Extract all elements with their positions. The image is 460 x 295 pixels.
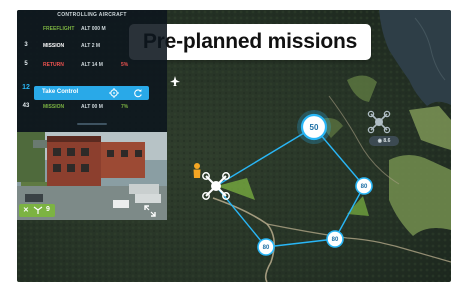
- remote-drone-altitude-badge: ◉ 8.6: [369, 136, 399, 146]
- target-icon[interactable]: [109, 88, 119, 98]
- aircraft-number: 5: [24, 61, 28, 67]
- aircraft-row[interactable]: FREEFLIGHT ALT 000 M: [17, 23, 167, 34]
- aircraft-status: FREEFLIGHT: [43, 26, 75, 32]
- waypoint-label: 80: [361, 184, 368, 190]
- expand-icon[interactable]: [144, 205, 156, 217]
- waypoint-marker[interactable]: 80: [257, 238, 275, 256]
- aircraft-status: RETURN: [43, 62, 64, 68]
- aircraft-number: 3: [24, 42, 28, 48]
- panel-header: CONTROLLING AIRCRAFT: [57, 12, 127, 18]
- aircraft-row[interactable]: 43 MISSION ALT 00 M 7%: [17, 101, 167, 112]
- camera-status-badge[interactable]: ✕ 9: [19, 204, 55, 217]
- aircraft-battery: 7%: [121, 104, 129, 110]
- close-icon[interactable]: ✕: [23, 206, 29, 214]
- waypoint-marker-large[interactable]: 50: [297, 110, 331, 144]
- aircraft-altitude: ALT 000 M: [81, 26, 106, 32]
- aircraft-altitude: ALT 14 M: [81, 62, 103, 68]
- panel-divider: [77, 123, 107, 125]
- take-control-button[interactable]: Take Control: [34, 86, 149, 100]
- waypoint-marker[interactable]: 80: [355, 177, 373, 195]
- person-marker-icon[interactable]: [193, 163, 201, 178]
- refresh-icon[interactable]: [133, 88, 143, 98]
- waypoint-marker[interactable]: 80: [326, 230, 344, 248]
- aircraft-number: 43: [22, 103, 30, 109]
- aircraft-altitude: ALT 2 M: [81, 43, 101, 49]
- aircraft-control-panel: CONTROLLING AIRCRAFT FREEFLIGHT ALT 000 M…: [17, 10, 167, 132]
- take-control-number: 12: [22, 84, 30, 91]
- aircraft-row[interactable]: 5 RETURN ALT 14 M 5%: [17, 59, 167, 70]
- waypoint-label: 80: [263, 245, 270, 251]
- app-frame: 50 80 80 80 ◉ 8.6 Pre-planned missions C…: [17, 10, 451, 282]
- aircraft-battery: 5%: [121, 62, 129, 68]
- take-control-label: Take Control: [42, 89, 79, 95]
- signal-icon: [33, 206, 43, 214]
- camera-feed[interactable]: ✕ 9: [17, 132, 167, 220]
- take-control-row: 12 Take Control: [17, 84, 167, 100]
- waypoint-label: 50: [310, 123, 319, 132]
- aircraft-row[interactable]: 3 MISSION ALT 2 M: [17, 40, 167, 51]
- aircraft-status: MISSION: [43, 104, 65, 110]
- aircraft-status: MISSION: [43, 43, 65, 49]
- aircraft-altitude: ALT 00 M: [81, 104, 103, 110]
- waypoint-label: 80: [332, 237, 339, 243]
- camera-count: 9: [46, 206, 50, 213]
